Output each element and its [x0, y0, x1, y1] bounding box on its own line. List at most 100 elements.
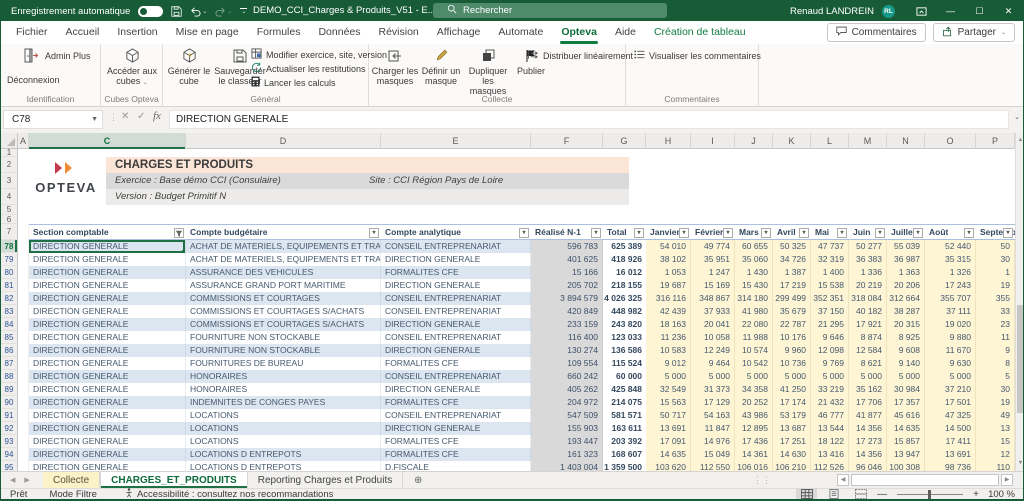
- cell[interactable]: 112 550: [691, 461, 735, 471]
- cell[interactable]: 33 219: [811, 383, 849, 396]
- cell[interactable]: 60 655: [735, 240, 773, 253]
- cell[interactable]: HONORAIRES: [186, 370, 381, 383]
- enter-icon[interactable]: ✓: [137, 111, 145, 122]
- cell[interactable]: 5 000: [773, 370, 811, 383]
- cell[interactable]: 115 524: [603, 357, 646, 370]
- view-normal-button[interactable]: [796, 488, 817, 501]
- cell[interactable]: 161 323: [531, 448, 603, 461]
- cell[interactable]: CONSEIL ENTREPRENARIAT: [381, 292, 531, 305]
- cell[interactable]: DIRECTION GENERALE: [29, 357, 186, 370]
- cell[interactable]: 17 501: [925, 396, 976, 409]
- cell[interactable]: 106 210: [773, 461, 811, 471]
- column-header-g[interactable]: G: [603, 133, 646, 149]
- cell[interactable]: 355 707: [925, 292, 976, 305]
- cell[interactable]: DIRECTION GENERALE: [29, 240, 186, 253]
- cell[interactable]: 15: [976, 435, 1015, 448]
- table-header-juillet[interactable]: Juillet▾: [887, 224, 925, 240]
- cell[interactable]: FORMALITES CFE: [381, 448, 531, 461]
- cell[interactable]: 13 691: [925, 448, 976, 461]
- cell[interactable]: 19: [976, 396, 1015, 409]
- row-header-83[interactable]: 83: [1, 305, 18, 318]
- cell[interactable]: 14 500: [925, 422, 976, 435]
- cell[interactable]: [18, 448, 29, 461]
- cell[interactable]: 155 903: [531, 422, 603, 435]
- cell[interactable]: 18 163: [646, 318, 691, 331]
- cell[interactable]: 23: [976, 318, 1015, 331]
- filter-dropdown-icon-juillet[interactable]: ▾: [913, 228, 923, 238]
- column-header-n[interactable]: N: [887, 133, 925, 149]
- hscroll-left-arrow[interactable]: ◀: [837, 474, 849, 486]
- scrollbar-splitter[interactable]: ⋮⋮: [753, 475, 771, 486]
- sheet-tab-reporting-charges-et-produits[interactable]: Reporting Charges et Produits: [248, 472, 404, 488]
- cell[interactable]: 9 960: [773, 344, 811, 357]
- cell[interactable]: 52 440: [925, 240, 976, 253]
- filter-dropdown-icon-septembre[interactable]: ▾: [1003, 228, 1013, 238]
- cell[interactable]: DIRECTION GENERALE: [381, 422, 531, 435]
- row-header-4[interactable]: 4: [1, 189, 18, 205]
- cell[interactable]: 9 769: [811, 357, 849, 370]
- table-header-mars[interactable]: Mars▾: [735, 224, 773, 240]
- empty-cells[interactable]: [18, 149, 1015, 157]
- cell[interactable]: 418 926: [603, 253, 646, 266]
- cell[interactable]: INDEMNITES DE CONGES PAYES: [186, 396, 381, 409]
- cell[interactable]: 405 262: [531, 383, 603, 396]
- tab-accueil[interactable]: Accueil: [57, 21, 109, 44]
- filter-dropdown-icon-juin[interactable]: ▾: [875, 228, 885, 238]
- comments-button[interactable]: Commentaires: [827, 23, 926, 42]
- accessibility-status[interactable]: Accessibilité : consultez nos recommanda…: [125, 488, 333, 501]
- table-header-avril[interactable]: Avril▾: [773, 224, 811, 240]
- cell[interactable]: LOCATIONS: [186, 409, 381, 422]
- cell[interactable]: 13 947: [887, 448, 925, 461]
- cell[interactable]: FORMALITES CFE: [381, 396, 531, 409]
- cell[interactable]: 20 252: [735, 396, 773, 409]
- cell[interactable]: 41 877: [849, 409, 887, 422]
- cell[interactable]: 37 111: [925, 305, 976, 318]
- cell[interactable]: 36 987: [887, 253, 925, 266]
- row-header-86[interactable]: 86: [1, 344, 18, 357]
- cell[interactable]: 34 358: [735, 383, 773, 396]
- formula-bar-expand-chevron[interactable]: ⌄: [1014, 113, 1020, 121]
- cell[interactable]: 54 163: [691, 409, 735, 422]
- cell[interactable]: DIRECTION GENERALE: [29, 383, 186, 396]
- column-header-k[interactable]: K: [773, 133, 811, 149]
- cell[interactable]: 17 251: [773, 435, 811, 448]
- cell[interactable]: 1 053: [646, 266, 691, 279]
- column-header-e[interactable]: E: [381, 133, 531, 149]
- cell[interactable]: 14 630: [773, 448, 811, 461]
- column-header-c[interactable]: C: [29, 133, 186, 149]
- cell[interactable]: 9 608: [887, 344, 925, 357]
- cell[interactable]: 625 389: [603, 240, 646, 253]
- tab-fichier[interactable]: Fichier: [7, 21, 57, 44]
- row-header-87[interactable]: 87: [1, 357, 18, 370]
- access-cubes-button[interactable]: Accéder aux cubes ⌄: [101, 47, 163, 88]
- column-header-j[interactable]: J: [735, 133, 773, 149]
- row-header-84[interactable]: 84: [1, 318, 18, 331]
- cell[interactable]: 5 000: [887, 370, 925, 383]
- cell[interactable]: FORMALITES CFE: [381, 435, 531, 448]
- cell[interactable]: [18, 383, 29, 396]
- cell[interactable]: 36 383: [849, 253, 887, 266]
- cell[interactable]: 5 000: [735, 370, 773, 383]
- cell[interactable]: 14 361: [735, 448, 773, 461]
- cell[interactable]: 10 574: [735, 344, 773, 357]
- cell[interactable]: LOCATIONS D ENTREPOTS: [186, 461, 381, 471]
- column-header-a[interactable]: A: [18, 133, 29, 149]
- cell[interactable]: 34 726: [773, 253, 811, 266]
- cell[interactable]: DIRECTION GENERALE: [29, 435, 186, 448]
- user-name[interactable]: Renaud LANDREIN: [790, 6, 874, 17]
- cell[interactable]: 233 159: [531, 318, 603, 331]
- cell[interactable]: 17 129: [691, 396, 735, 409]
- cell[interactable]: 401 625: [531, 253, 603, 266]
- cell[interactable]: 15 430: [735, 279, 773, 292]
- row-header-89[interactable]: 89: [1, 383, 18, 396]
- cell[interactable]: 98 736: [925, 461, 976, 471]
- cell[interactable]: 30 984: [887, 383, 925, 396]
- cell[interactable]: 37 210: [925, 383, 976, 396]
- scroll-down-arrow[interactable]: ▼: [1016, 457, 1024, 470]
- cell[interactable]: DIRECTION GENERALE: [29, 396, 186, 409]
- cell[interactable]: 318 084: [849, 292, 887, 305]
- cell[interactable]: 19 020: [925, 318, 976, 331]
- row-header-81[interactable]: 81: [1, 279, 18, 292]
- zoom-in-button[interactable]: +: [973, 489, 979, 500]
- cell[interactable]: 12 098: [811, 344, 849, 357]
